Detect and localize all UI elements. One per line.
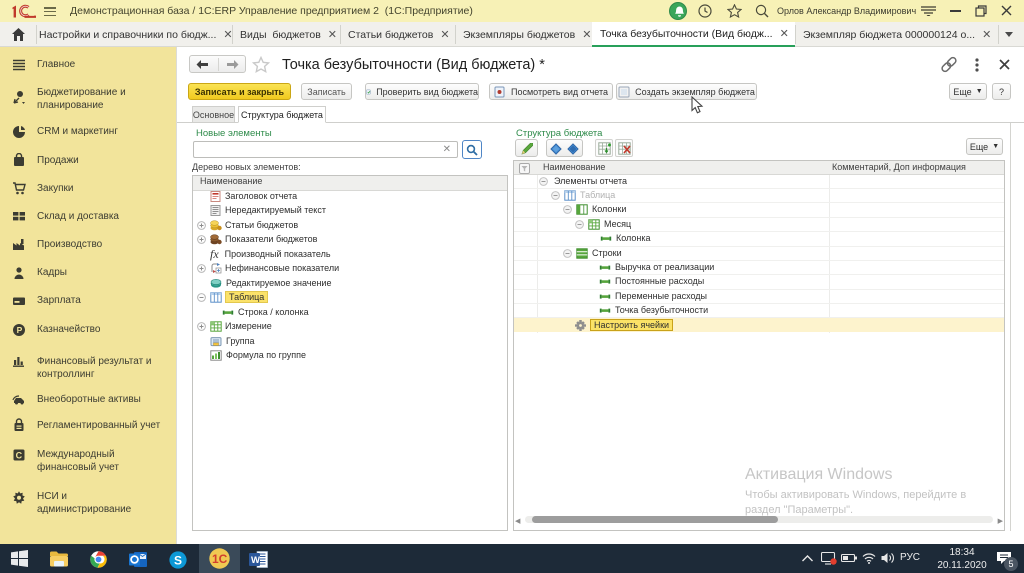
svg-text:W: W: [251, 555, 260, 566]
svg-text:С: С: [16, 451, 23, 461]
svg-text:S: S: [174, 554, 182, 568]
svg-text:1С: 1С: [212, 552, 228, 566]
svg-text:Р: Р: [17, 325, 23, 335]
